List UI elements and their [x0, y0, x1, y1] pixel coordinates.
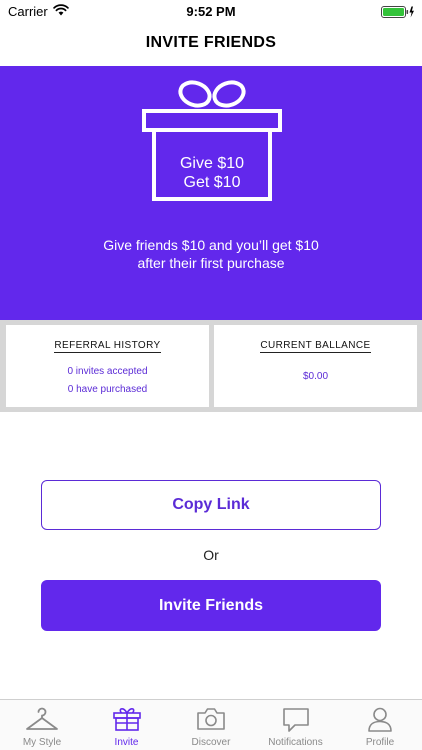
gift-box-icon: Give $10 Get $10 [142, 77, 282, 201]
tab-notifications[interactable]: Notifications [253, 700, 338, 750]
tab-label: My Style [22, 737, 62, 748]
person-icon [368, 707, 392, 732]
tab-label: Profile [365, 737, 395, 748]
hero-description-line-2: after their first purchase [137, 255, 285, 271]
hero-description: Give friends $10 and you’ll get $10 afte… [0, 236, 422, 272]
hero-description-line-1: Give friends $10 and you’ll get $10 [103, 237, 319, 253]
referral-history-title: REFERRAL HISTORY [54, 340, 161, 353]
tab-label: Discover [191, 737, 231, 748]
tab-label: Invite [114, 737, 139, 748]
current-balance-amount: $0.00 [302, 371, 329, 382]
or-separator: Or [203, 547, 219, 563]
status-bar: Carrier 9:52 PM [0, 0, 422, 22]
tab-discover[interactable]: Discover [169, 700, 253, 750]
battery-charging-icon [381, 5, 415, 23]
referral-history-card[interactable]: REFERRAL HISTORY 0 invites accepted 0 ha… [6, 325, 209, 407]
copy-link-button[interactable]: Copy Link [41, 480, 381, 530]
purchased-count: 0 have purchased [67, 384, 148, 395]
gift-give-text: Give $10 [179, 155, 245, 172]
tab-bar: My Style Invite Discover Notifications P… [0, 699, 422, 750]
tab-label: Notifications [268, 737, 323, 748]
invites-accepted-count: 0 invites accepted [67, 366, 148, 377]
current-balance-title: CURRENT BALLANCE [260, 340, 371, 353]
gift-icon [112, 708, 141, 731]
status-time: 9:52 PM [186, 4, 236, 19]
invite-hero-banner: Give $10 Get $10 [0, 66, 422, 320]
tab-my-style[interactable]: My Style [0, 700, 84, 750]
camera-icon [197, 708, 225, 730]
speech-bubble-icon [282, 708, 309, 732]
page-title: INVITE FRIENDS [145, 34, 277, 51]
referral-stats-section: REFERRAL HISTORY 0 invites accepted 0 ha… [0, 320, 422, 412]
tab-invite[interactable]: Invite [84, 700, 169, 750]
tab-profile[interactable]: Profile [338, 700, 422, 750]
gift-get-text: Get $10 [183, 174, 241, 191]
hanger-icon [26, 707, 58, 730]
current-balance-card[interactable]: CURRENT BALLANCE $0.00 [214, 325, 417, 407]
invite-friends-button[interactable]: Invite Friends [41, 580, 381, 631]
